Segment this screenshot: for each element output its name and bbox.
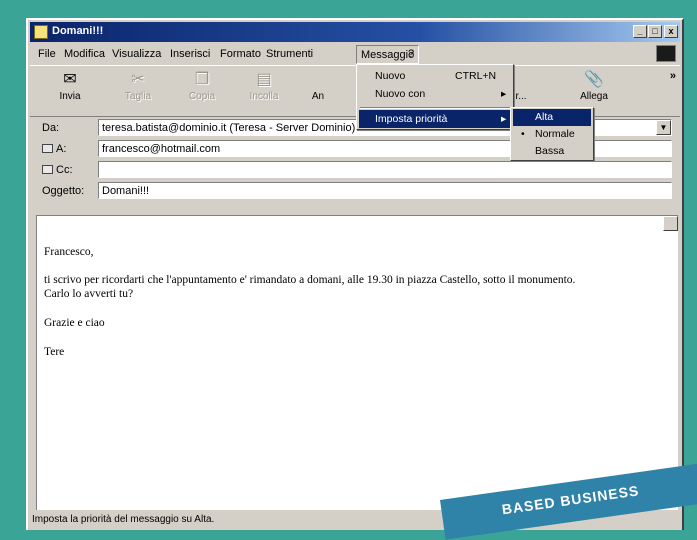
priority-bassa-label: Bassa: [535, 145, 565, 157]
paste-button[interactable]: ▤ Incolla: [236, 69, 292, 102]
close-button[interactable]: x: [664, 25, 678, 38]
body-line-signature: Tere: [44, 346, 65, 358]
toolbar-overflow-icon[interactable]: »: [670, 70, 676, 82]
cc-row: Cc:: [30, 161, 680, 179]
menu-item-imposta-priorita-label: Imposta priorità: [375, 113, 448, 125]
to-label: A:: [56, 143, 67, 155]
undo-icon: [298, 69, 338, 91]
paste-icon: ▤: [256, 71, 272, 88]
paperclip-icon: 📎: [584, 71, 604, 88]
address-book-icon: [42, 144, 53, 153]
radio-bullet-icon: •: [521, 128, 525, 140]
priority-submenu: Alta • Normale Bassa: [510, 107, 594, 161]
windows-flag-icon: [656, 45, 676, 62]
scissors-icon: ✂: [131, 71, 145, 88]
priority-normale-label: Normale: [535, 128, 575, 140]
undo-label: An: [311, 91, 325, 102]
subject-field[interactable]: Domani!!!: [98, 182, 672, 199]
cc-label-wrap[interactable]: Cc:: [42, 164, 73, 176]
send-label: Invia: [59, 91, 81, 102]
priority-label: r...: [515, 91, 527, 102]
menu-strumenti[interactable]: Strumenti: [266, 48, 313, 60]
from-value: teresa.batista@dominio.it (Teresa - Serv…: [102, 122, 356, 134]
subject-row: Oggetto: Domani!!!: [30, 182, 680, 200]
menu-item-nuovo-con[interactable]: Nuovo con ▸: [359, 85, 511, 103]
priority-alta[interactable]: Alta: [513, 109, 591, 126]
window-title: Domani!!!: [52, 25, 104, 37]
maximize-button[interactable]: □: [648, 25, 662, 38]
menu-item-nuovo-label: Nuovo: [375, 70, 406, 82]
attach-button[interactable]: 📎 Allega: [566, 69, 622, 102]
cut-label: Taglia: [124, 91, 152, 102]
menu-item-nuovo-shortcut: CTRL+N: [455, 70, 497, 82]
menu-file[interactable]: File: [38, 48, 56, 60]
attach-label: Allega: [580, 91, 608, 102]
chevron-down-icon[interactable]: ▼: [656, 120, 671, 135]
menu-bar: File Modifica Visualizza Inserisci Forma…: [30, 44, 680, 64]
submenu-arrow-icon: ▸: [501, 113, 507, 125]
body-line-thanks: Grazie e ciao: [44, 317, 105, 329]
message-window: Domani!!! _ □ x File Modifica Visualizza…: [26, 18, 684, 530]
send-icon: ✉: [63, 71, 77, 88]
menu-item-imposta-priorita[interactable]: Imposta priorità ▸: [359, 110, 511, 128]
cc-label: Cc:: [56, 164, 73, 176]
banner-text: BASED BUSINESS: [500, 482, 641, 518]
from-label: Da:: [42, 122, 60, 134]
cc-field[interactable]: [98, 161, 672, 178]
subject-label: Oggetto:: [42, 185, 85, 197]
body-line-text: ti scrivo per ricordarti che l'appuntame…: [44, 274, 576, 286]
title-bar[interactable]: Domani!!! _ □ x: [30, 22, 680, 42]
messaggio-menu: Nuovo CTRL+N Nuovo con ▸ Imposta priorit…: [356, 64, 514, 130]
priority-alta-label: Alta: [535, 111, 554, 123]
to-label-wrap[interactable]: A:: [42, 143, 66, 155]
menu-help[interactable]: ?: [408, 48, 414, 60]
priority-normale[interactable]: • Normale: [513, 126, 591, 143]
menu-separator: [360, 107, 510, 109]
minimize-button[interactable]: _: [633, 25, 647, 38]
copy-button[interactable]: ❐ Copia: [174, 69, 230, 102]
menu-visualizza[interactable]: Visualizza: [112, 48, 161, 60]
undo-button[interactable]: An: [298, 69, 338, 102]
message-icon: [34, 25, 48, 39]
menu-item-nuovo-con-label: Nuovo con: [375, 88, 426, 100]
menu-item-nuovo[interactable]: Nuovo CTRL+N: [359, 67, 511, 85]
subject-value: Domani!!!: [102, 185, 150, 197]
menu-modifica[interactable]: Modifica: [64, 48, 105, 60]
copy-label: Copia: [188, 91, 216, 102]
copy-icon: ❐: [194, 71, 210, 88]
priority-bassa[interactable]: Bassa: [513, 143, 591, 160]
menu-formato[interactable]: Formato: [220, 48, 261, 60]
status-bar: Imposta la priorità del messaggio su Alt…: [32, 514, 215, 525]
send-button[interactable]: ✉ Invia: [42, 69, 98, 102]
scroll-up-button[interactable]: [663, 216, 678, 231]
menu-inserisci[interactable]: Inserisci: [170, 48, 210, 60]
address-book-icon: [42, 165, 53, 174]
paste-label: Incolla: [249, 91, 279, 102]
cut-button[interactable]: ✂ Taglia: [110, 69, 166, 102]
to-value: francesco@hotmail.com: [102, 143, 221, 155]
message-body[interactable]: Francesco, ti scrivo per ricordarti che …: [36, 215, 678, 510]
body-line-greeting: Francesco,: [44, 246, 94, 258]
submenu-arrow-icon: ▸: [501, 88, 507, 100]
body-line-question: Carlo lo avverti tu?: [44, 288, 134, 300]
